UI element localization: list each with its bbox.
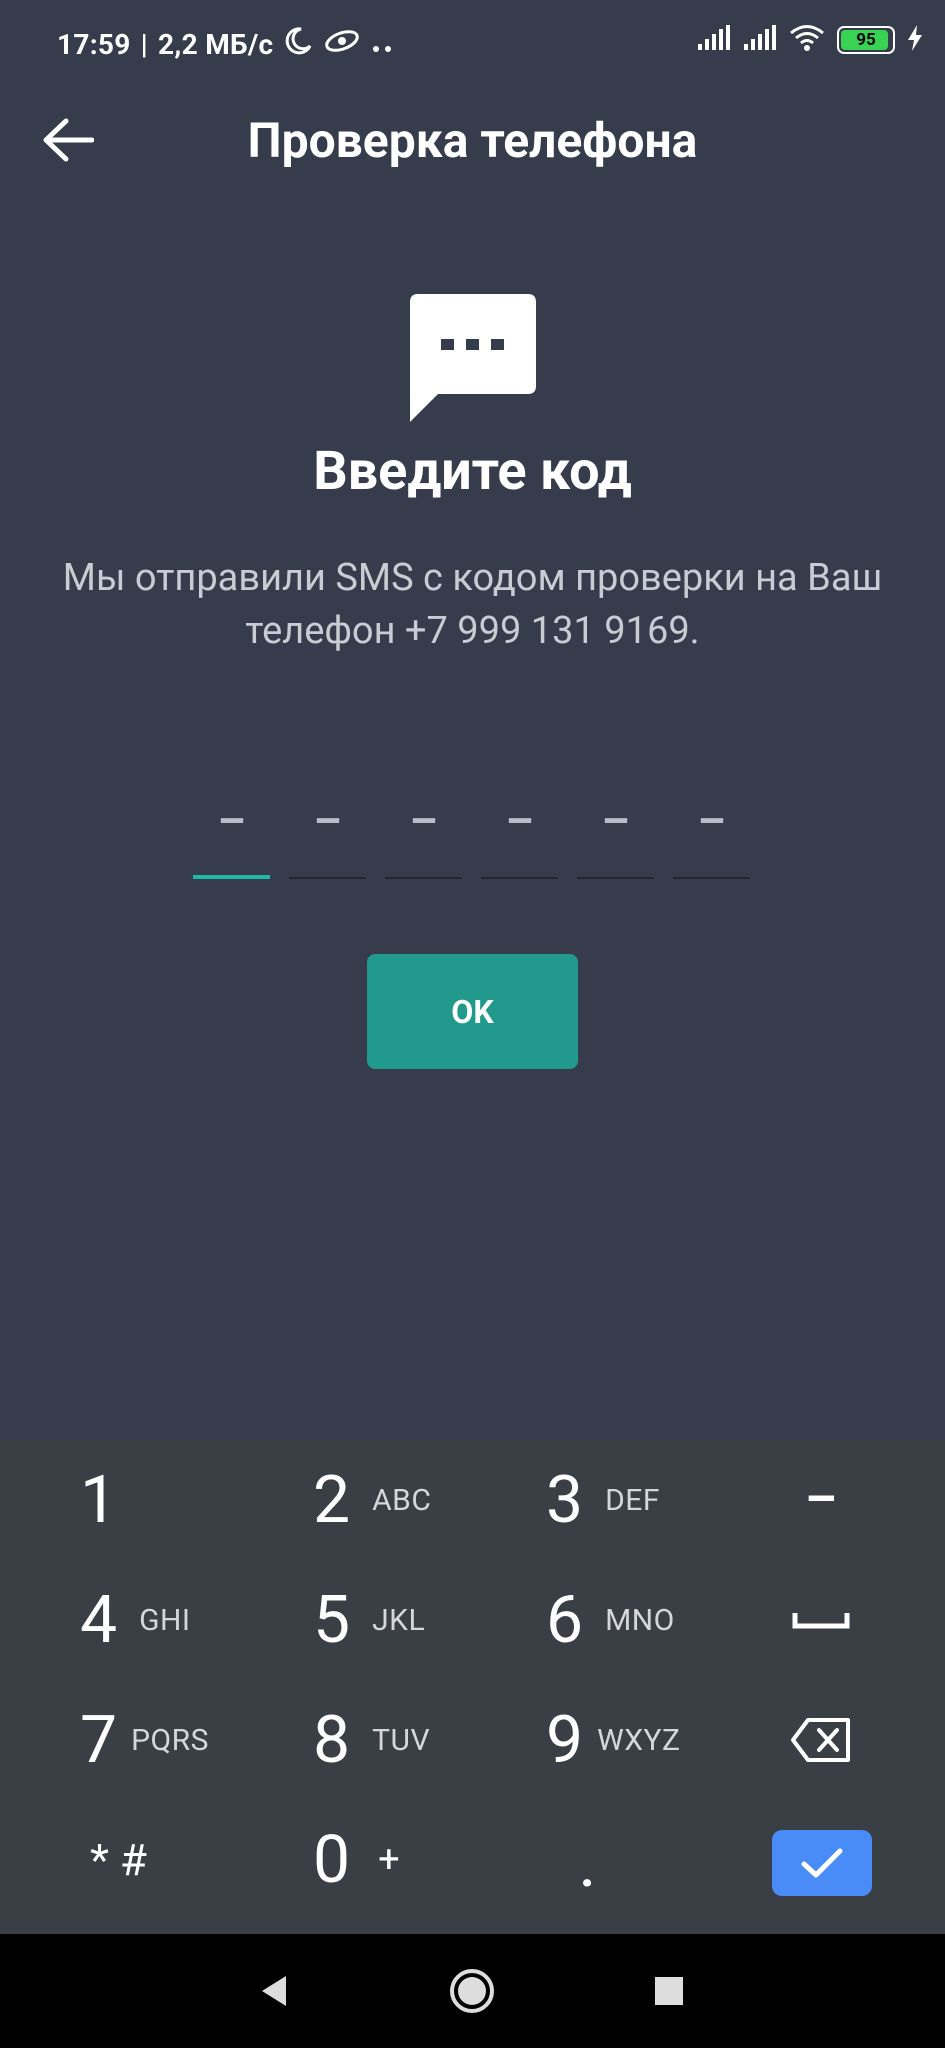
code-placeholder: – xyxy=(601,795,630,847)
code-input[interactable]: – – – – – – xyxy=(193,795,750,879)
code-placeholder: – xyxy=(313,795,342,847)
code-digit-field[interactable]: – xyxy=(673,795,750,879)
code-placeholder: – xyxy=(217,795,246,847)
battery-icon: 95 xyxy=(837,26,895,54)
backspace-key[interactable] xyxy=(790,1680,852,1800)
network-speed: 2,2 МБ/с xyxy=(158,28,274,61)
code-underline xyxy=(289,877,366,879)
key-digit: 9 xyxy=(546,1701,584,1779)
key-digit: * # xyxy=(90,1834,147,1886)
signal-icon xyxy=(743,25,777,55)
key-3[interactable]: 3 DEF xyxy=(546,1440,660,1560)
key-digit: 8 xyxy=(313,1701,351,1779)
status-bar: 17:59 | 2,2 МБ/с 95 xyxy=(0,0,945,90)
sms-description: Мы отправили SMS с кодом проверки на Ваш… xyxy=(62,556,883,653)
key-letters: DEF xyxy=(605,1482,660,1518)
page-title: Проверка телефона xyxy=(247,112,698,169)
check-icon xyxy=(801,1848,843,1878)
backspace-icon xyxy=(791,1718,850,1762)
app-bar: Проверка телефона xyxy=(0,90,945,190)
code-digit-field[interactable]: – xyxy=(385,795,462,879)
key-digit: 0 xyxy=(313,1821,351,1899)
sms-chat-icon xyxy=(408,292,538,422)
key-8[interactable]: 8 TUV xyxy=(313,1680,430,1800)
space-key[interactable] xyxy=(792,1560,850,1680)
nav-back-button[interactable] xyxy=(243,1960,305,2022)
key-0[interactable]: 0 + xyxy=(313,1800,400,1920)
key-4[interactable]: 4 GHI xyxy=(80,1560,191,1680)
status-separator: | xyxy=(140,28,149,61)
minus-key[interactable]: – xyxy=(805,1440,837,1560)
code-digit-field[interactable]: – xyxy=(193,795,270,879)
key-star-hash[interactable]: * # xyxy=(90,1800,147,1920)
code-underline xyxy=(577,877,654,879)
key-letters: ABC xyxy=(372,1482,432,1518)
key-digit: 5 xyxy=(313,1581,351,1659)
battery-percent: 95 xyxy=(856,30,876,50)
key-digit: 6 xyxy=(546,1581,584,1659)
ok-button[interactable]: OK xyxy=(367,954,578,1069)
moon-icon xyxy=(283,26,313,63)
key-2[interactable]: 2 ABC xyxy=(313,1440,431,1560)
navigation-bar xyxy=(0,1934,945,2048)
status-time: 17:59 xyxy=(57,28,131,61)
key-letters: TUV xyxy=(372,1722,431,1758)
signal-icon xyxy=(697,25,731,55)
key-letters: + xyxy=(378,1838,401,1882)
enter-code-heading: Введите код xyxy=(313,440,632,503)
nav-recents-button[interactable] xyxy=(638,1960,700,2022)
app-notification-icon xyxy=(323,28,361,61)
code-underline xyxy=(673,877,750,879)
code-digit-field[interactable]: – xyxy=(577,795,654,879)
key-letters: MNO xyxy=(605,1602,675,1638)
key-7[interactable]: 7 PQRS xyxy=(80,1680,209,1800)
wifi-icon xyxy=(789,24,825,56)
key-6[interactable]: 6 MNO xyxy=(546,1560,675,1680)
key-digit: 4 xyxy=(80,1581,118,1659)
key-1[interactable]: 1 xyxy=(80,1440,117,1560)
code-placeholder: – xyxy=(697,795,726,847)
code-digit-field[interactable]: – xyxy=(481,795,558,879)
key-digit: 1 xyxy=(80,1461,118,1539)
key-digit: 3 xyxy=(546,1461,584,1539)
key-letters: JKL xyxy=(372,1602,426,1638)
more-dots-icon xyxy=(371,28,395,61)
key-9[interactable]: 9 WXYZ xyxy=(546,1680,681,1800)
code-underline xyxy=(385,877,462,879)
space-icon xyxy=(792,1613,850,1629)
key-digit: 7 xyxy=(80,1701,118,1779)
key-5[interactable]: 5 JKL xyxy=(313,1560,425,1680)
code-digit-field[interactable]: – xyxy=(289,795,366,879)
code-underline xyxy=(481,877,558,879)
key-letters: GHI xyxy=(139,1602,191,1638)
nav-home-button[interactable] xyxy=(441,1960,503,2022)
numeric-keyboard: 1 2 ABC 3 DEF – 4 GHI 5 JKL 6 MNO 7 PQRS 8 TUV … xyxy=(0,1440,945,1936)
recents-square-icon xyxy=(655,1977,683,2005)
key-letters: WXYZ xyxy=(597,1722,681,1758)
charging-icon xyxy=(907,25,923,55)
key-digit: . xyxy=(580,1841,595,1899)
code-placeholder: – xyxy=(409,795,438,847)
key-dot[interactable]: . xyxy=(580,1800,595,1920)
key-digit: 2 xyxy=(313,1461,351,1539)
code-placeholder: – xyxy=(505,795,534,847)
code-underline xyxy=(193,875,270,879)
key-digit: – xyxy=(805,1471,837,1529)
status-left: 17:59 | 2,2 МБ/с xyxy=(57,26,395,63)
key-letters: PQRS xyxy=(131,1722,209,1758)
confirm-key[interactable] xyxy=(772,1830,872,1896)
home-circle-icon xyxy=(450,1969,494,2013)
back-triangle-icon xyxy=(262,1976,286,2006)
status-right: 95 xyxy=(697,24,923,56)
